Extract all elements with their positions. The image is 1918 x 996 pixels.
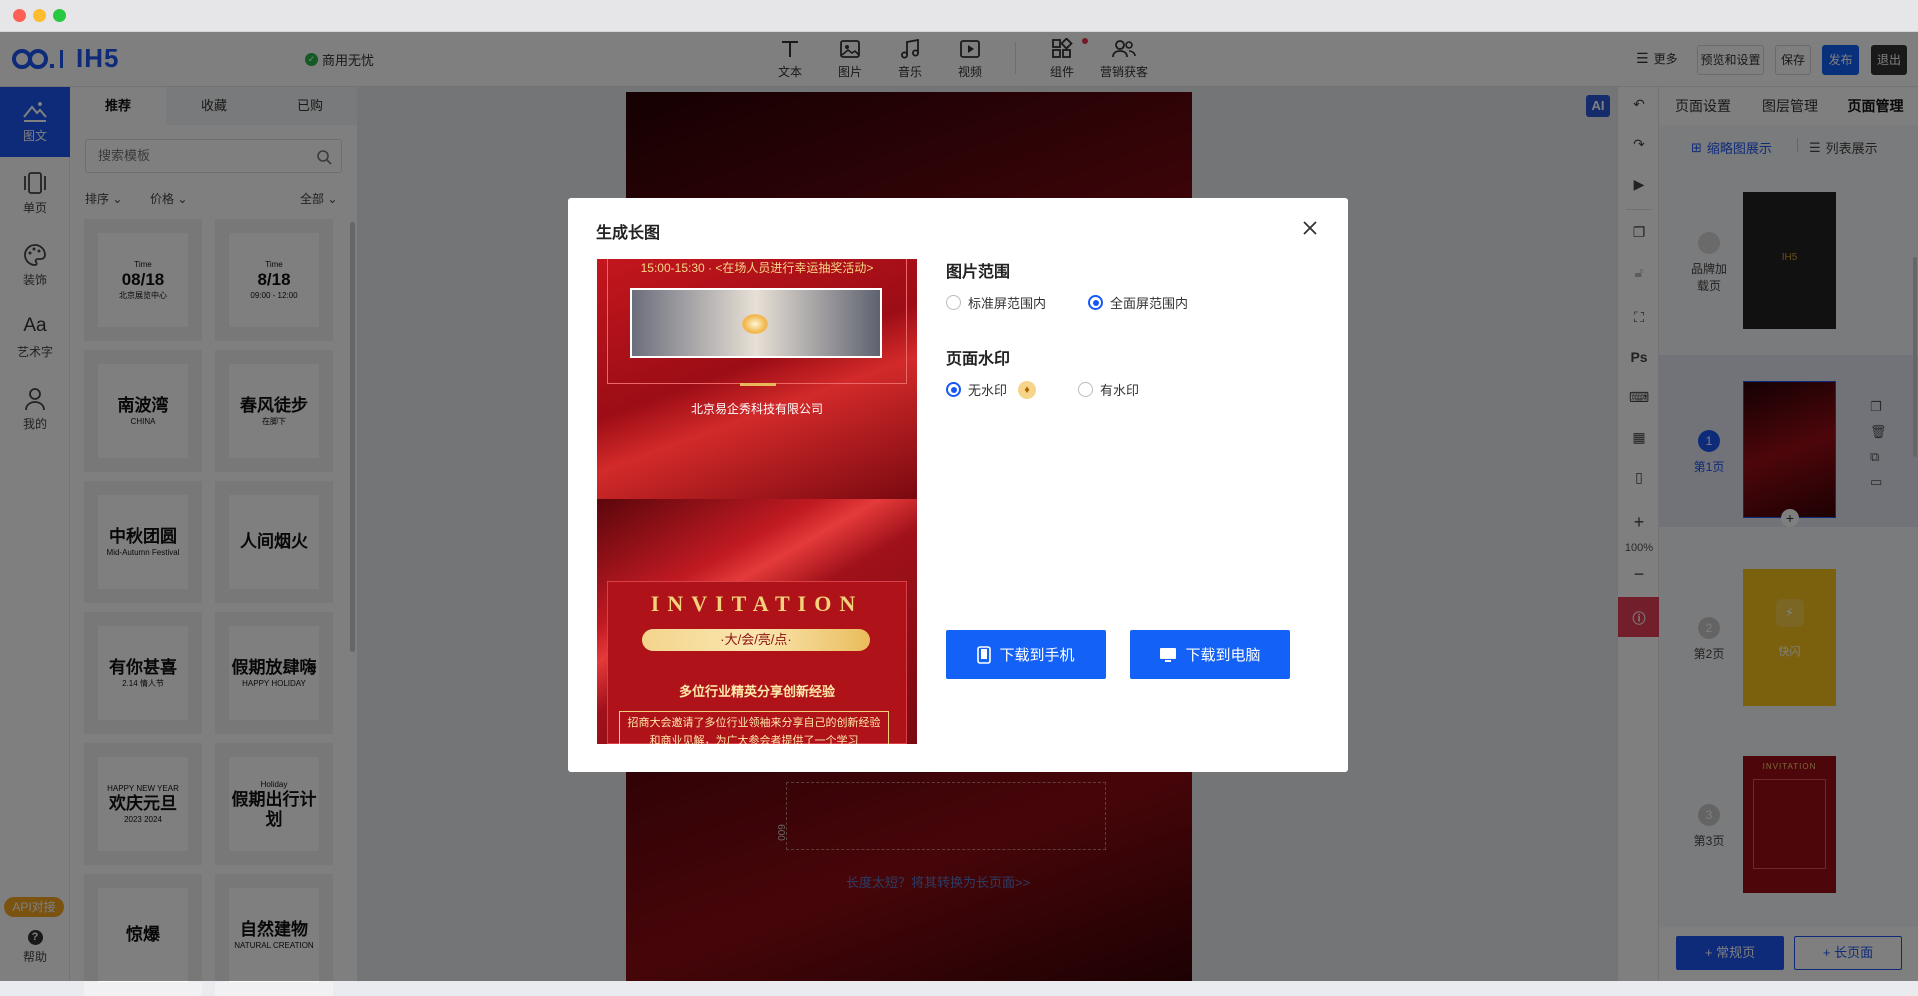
watermark-title: 页面水印 xyxy=(946,351,1011,368)
watermark-option-with[interactable]: 有水印 xyxy=(1078,380,1139,399)
phone-icon xyxy=(977,645,992,664)
watermark-option-label: 有水印 xyxy=(1100,383,1140,398)
maximize-window-button[interactable] xyxy=(53,9,66,22)
close-icon[interactable] xyxy=(1302,220,1318,236)
range-option-label: 全面屏范围内 xyxy=(1110,296,1189,311)
generate-long-image-dialog: 生成长图 15:00-15:30 · <在场人员进行幸运抽奖活动> 北京易企秀科… xyxy=(568,198,1348,772)
watermark-option-none[interactable]: 无水印 ♦ xyxy=(946,380,1037,399)
watermark-option-label: 无水印 xyxy=(968,383,1008,398)
download-phone-label: 下载到手机 xyxy=(999,647,1075,664)
preview-headline: 多位行业精英分享创新经验 xyxy=(678,684,835,699)
preview-section-top: 15:00-15:30 · <在场人员进行幸运抽奖活动> 北京易企秀科技有限公司 xyxy=(597,259,917,499)
radio-no-watermark[interactable] xyxy=(946,382,961,397)
download-to-pc-button[interactable]: 下载到电脑 xyxy=(1130,630,1290,679)
close-window-button[interactable] xyxy=(13,9,26,22)
preview-body: 招商大会邀请了多位行业领袖来分享自己的创新经验和商业见解，为广大参会者提供了一个… xyxy=(619,711,889,744)
range-title: 图片范围 xyxy=(946,264,1011,281)
range-option-label: 标准屏范围内 xyxy=(968,296,1047,311)
dialog-title: 生成长图 xyxy=(596,225,661,242)
long-image-preview: 15:00-15:30 · <在场人员进行幸运抽奖活动> 北京易企秀科技有限公司… xyxy=(597,259,917,744)
range-option-fullscreen[interactable]: 全面屏范围内 xyxy=(1088,293,1188,312)
download-to-phone-button[interactable]: 下载到手机 xyxy=(946,630,1106,679)
preview-handshake-image xyxy=(630,288,882,358)
minimize-window-button[interactable] xyxy=(33,9,46,22)
preview-invitation: INVITATION xyxy=(650,591,864,616)
radio-standard[interactable] xyxy=(946,295,961,310)
monitor-icon xyxy=(1160,647,1177,662)
range-option-standard[interactable]: 标准屏范围内 xyxy=(946,293,1046,312)
preview-highlight: ·大/会/亮/点· xyxy=(642,629,870,651)
preview-section-invitation: INVITATION ·大/会/亮/点· 多位行业精英分享创新经验 招商大会邀请… xyxy=(597,499,917,744)
radio-with-watermark[interactable] xyxy=(1078,382,1093,397)
preview-company: 北京易企秀科技有限公司 xyxy=(690,402,823,416)
glow-icon xyxy=(742,314,768,334)
download-pc-label: 下载到电脑 xyxy=(1185,647,1261,664)
preview-time-line: 15:00-15:30 · <在场人员进行幸运抽奖活动> xyxy=(640,261,874,275)
gold-bar xyxy=(740,383,776,386)
window-titlebar xyxy=(0,0,1918,32)
vip-diamond-icon: ♦ xyxy=(1018,380,1037,399)
radio-fullscreen[interactable] xyxy=(1088,295,1103,310)
